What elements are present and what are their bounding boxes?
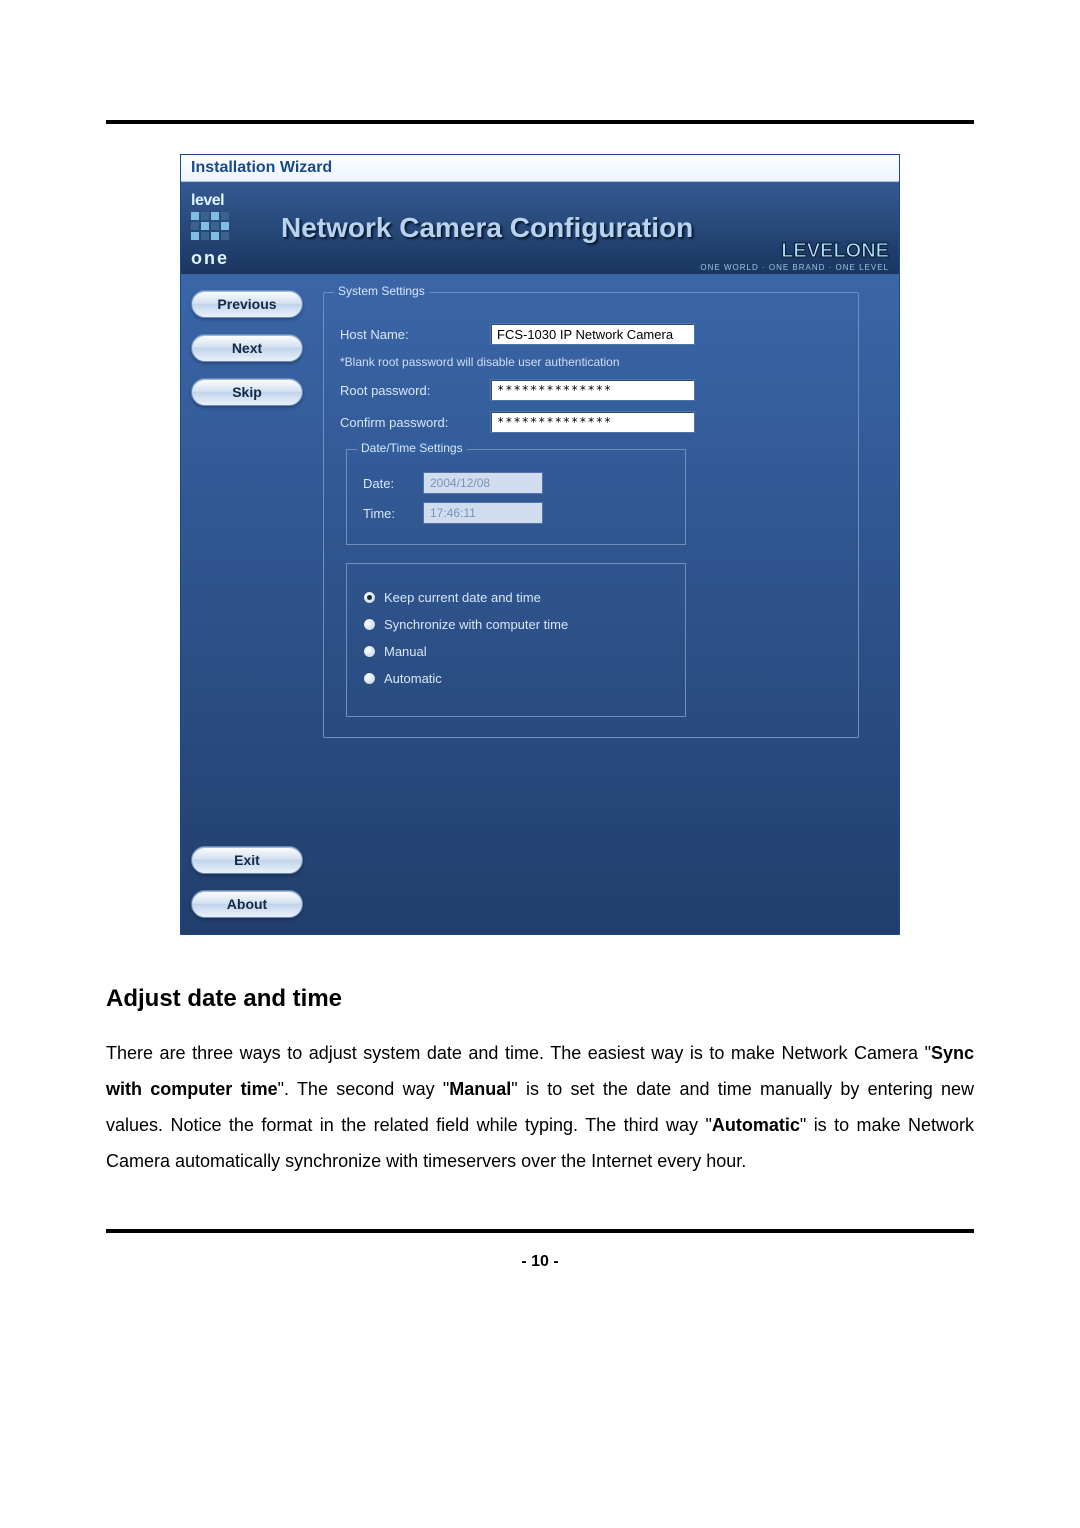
system-settings-group: System Settings Host Name: *Blank root p… — [323, 292, 859, 738]
header-band: level one Network Camera Configuration L… — [181, 182, 899, 274]
password-hint: *Blank root password will disable user a… — [340, 355, 842, 369]
text: ". The second way " — [278, 1079, 450, 1099]
page: Installation Wizard level one Network Ca… — [106, 120, 974, 1271]
option-sync-computer[interactable]: Synchronize with computer time — [363, 617, 669, 632]
page-number: - 10 - — [106, 1253, 974, 1271]
root-password-label: Root password: — [340, 383, 490, 398]
logo-word-top: level — [191, 192, 224, 210]
sidebar: Previous Next Skip Exit About — [181, 274, 313, 934]
text-bold: Automatic — [712, 1115, 800, 1135]
root-password-input[interactable] — [490, 379, 695, 401]
time-input — [423, 502, 543, 524]
next-button[interactable]: Next — [191, 334, 303, 362]
option-label: Automatic — [384, 671, 442, 686]
datetime-group: Date/Time Settings Date: Time: — [346, 449, 686, 545]
radio-icon — [363, 591, 376, 604]
option-automatic[interactable]: Automatic — [363, 671, 669, 686]
radio-icon — [363, 618, 376, 631]
radio-icon — [363, 672, 376, 685]
header-title: Network Camera Configuration — [281, 212, 693, 244]
host-name-label: Host Name: — [340, 327, 490, 342]
about-button[interactable]: About — [191, 890, 303, 918]
section-heading: Adjust date and time — [106, 985, 974, 1013]
text-bold: Manual — [449, 1079, 511, 1099]
option-keep-current[interactable]: Keep current date and time — [363, 590, 669, 605]
datetime-options: Keep current date and time Synchronize w… — [346, 563, 686, 717]
host-name-row: Host Name: — [340, 323, 842, 345]
confirm-password-label: Confirm password: — [340, 415, 490, 430]
date-row: Date: — [363, 472, 669, 494]
section-paragraph: There are three ways to adjust system da… — [106, 1035, 974, 1179]
option-label: Keep current date and time — [384, 590, 541, 605]
time-label: Time: — [363, 506, 423, 521]
skip-button[interactable]: Skip — [191, 378, 303, 406]
brand-name: LEVELONE — [781, 240, 889, 262]
confirm-password-row: Confirm password: — [340, 411, 842, 433]
previous-button[interactable]: Previous — [191, 290, 303, 318]
brand-right: LEVELONE ONE WORLD · ONE BRAND · ONE LEV… — [700, 240, 889, 272]
option-label: Synchronize with computer time — [384, 617, 568, 632]
window-titlebar: Installation Wizard — [181, 155, 899, 182]
workspace: Previous Next Skip Exit About System Set… — [181, 274, 899, 934]
option-manual[interactable]: Manual — [363, 644, 669, 659]
main-area: System Settings Host Name: *Blank root p… — [313, 274, 899, 934]
date-input — [423, 472, 543, 494]
exit-button[interactable]: Exit — [191, 846, 303, 874]
system-settings-legend: System Settings — [334, 284, 429, 298]
logo-squares-icon — [191, 212, 229, 240]
logo-word-bottom: one — [191, 248, 229, 269]
installer-window: Installation Wizard level one Network Ca… — [180, 154, 900, 935]
confirm-password-input[interactable] — [490, 411, 695, 433]
radio-icon — [363, 645, 376, 658]
option-label: Manual — [384, 644, 427, 659]
time-row: Time: — [363, 502, 669, 524]
text: There are three ways to adjust system da… — [106, 1043, 931, 1063]
root-password-row: Root password: — [340, 379, 842, 401]
datetime-legend: Date/Time Settings — [357, 441, 467, 455]
top-rule — [106, 120, 974, 124]
levelone-logo: level one — [189, 192, 261, 264]
bottom-rule — [106, 1229, 974, 1233]
host-name-input[interactable] — [490, 323, 695, 345]
brand-tagline: ONE WORLD · ONE BRAND · ONE LEVEL — [700, 263, 889, 272]
date-label: Date: — [363, 476, 423, 491]
